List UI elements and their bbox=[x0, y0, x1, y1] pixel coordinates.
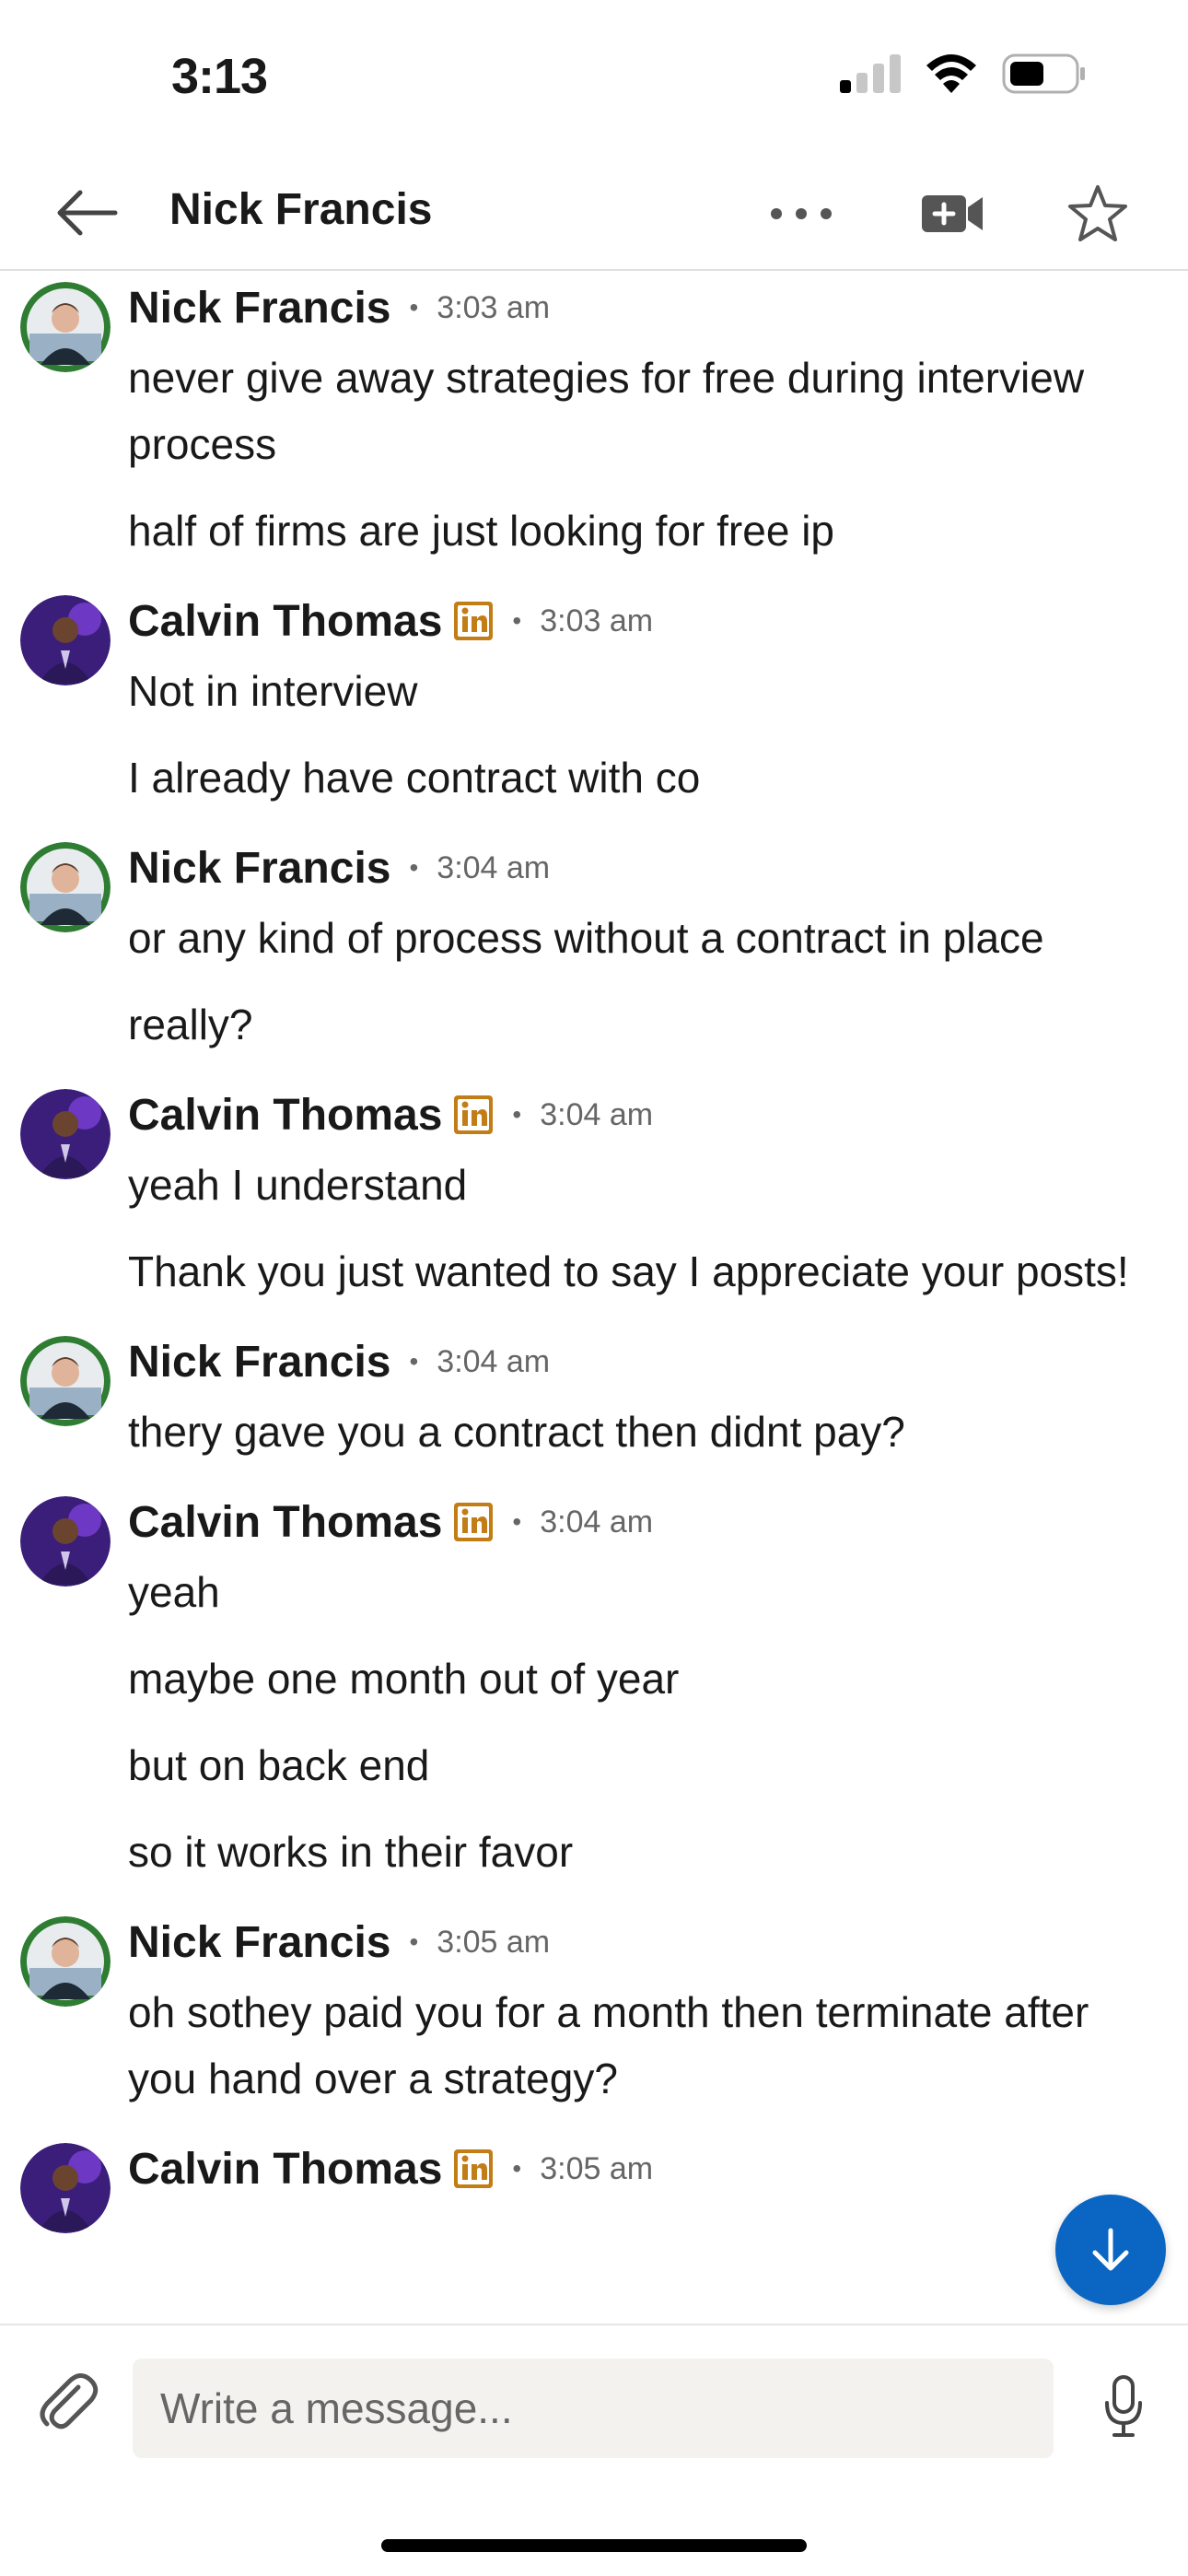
video-call-button[interactable] bbox=[914, 177, 991, 251]
avatar[interactable] bbox=[20, 1336, 111, 1426]
sender-name[interactable]: Calvin Thomas bbox=[128, 596, 442, 647]
arrow-down-icon bbox=[1092, 2228, 1129, 2271]
separator-dot: • bbox=[409, 293, 419, 322]
message-composer bbox=[0, 2324, 1188, 2464]
message-group: Calvin Thomas • 3:04 am yeah I understan… bbox=[0, 1078, 1188, 1305]
linkedin-premium-icon bbox=[453, 601, 494, 641]
video-camera-icon bbox=[922, 195, 983, 232]
conversation-header: Nick Francis bbox=[0, 157, 1188, 271]
message-text[interactable]: I already have contract with co bbox=[128, 744, 1151, 811]
sender-name[interactable]: Calvin Thomas bbox=[128, 1497, 442, 1548]
message-text[interactable]: thery gave you a contract then didnt pay… bbox=[128, 1399, 1151, 1465]
more-options-button[interactable] bbox=[763, 177, 840, 251]
avatar-calvin-image bbox=[20, 1089, 111, 1179]
attach-button[interactable] bbox=[31, 2366, 105, 2440]
message-text[interactable]: or any kind of process without a contrac… bbox=[128, 905, 1151, 971]
message-time: 3:04 am bbox=[437, 849, 551, 885]
battery-icon bbox=[1002, 53, 1085, 94]
voice-message-button[interactable] bbox=[1087, 2370, 1160, 2443]
sender-name[interactable]: Nick Francis bbox=[128, 1337, 390, 1388]
message-group: Nick Francis • 3:04 am thery gave you a … bbox=[0, 1325, 1188, 1465]
message-group: Calvin Thomas • 3:05 am bbox=[0, 2132, 1188, 2233]
avatar[interactable] bbox=[20, 1916, 111, 2007]
avatar-nick-image bbox=[20, 1916, 111, 2007]
avatar-nick-image bbox=[20, 282, 111, 372]
separator-dot: • bbox=[512, 1507, 522, 1536]
microphone-icon bbox=[1105, 2375, 1142, 2437]
message-time: 3:03 am bbox=[540, 603, 654, 638]
message-group: Nick Francis • 3:03 am never give away s… bbox=[0, 271, 1188, 564]
message-input[interactable] bbox=[133, 2359, 1054, 2458]
message-text[interactable]: yeah bbox=[128, 1559, 1151, 1625]
separator-dot: • bbox=[409, 1347, 419, 1376]
arrow-left-icon bbox=[57, 190, 118, 236]
separator-dot: • bbox=[409, 1927, 419, 1956]
avatar[interactable] bbox=[20, 1089, 111, 1179]
message-time: 3:05 am bbox=[540, 2150, 654, 2186]
back-button[interactable] bbox=[52, 181, 122, 245]
conversation-title[interactable]: Nick Francis bbox=[169, 184, 432, 235]
cellular-signal-icon bbox=[840, 54, 901, 93]
avatar-nick-image bbox=[20, 1336, 111, 1426]
status-icons bbox=[840, 53, 1087, 94]
separator-dot: • bbox=[409, 853, 419, 882]
avatar-calvin-image bbox=[20, 2143, 111, 2233]
message-text[interactable]: never give away strategies for free duri… bbox=[128, 345, 1151, 477]
message-group: Calvin Thomas • 3:03 am Not in interview… bbox=[0, 584, 1188, 811]
message-list[interactable]: Nick Francis • 3:03 am never give away s… bbox=[0, 271, 1188, 2324]
linkedin-premium-icon bbox=[453, 1095, 494, 1135]
avatar[interactable] bbox=[20, 282, 111, 372]
paperclip-icon bbox=[40, 2373, 99, 2430]
message-text[interactable]: Not in interview bbox=[128, 658, 1151, 724]
message-text[interactable]: yeah I understand bbox=[128, 1152, 1151, 1218]
avatar-nick-image bbox=[20, 842, 111, 932]
message-time: 3:04 am bbox=[540, 1096, 654, 1132]
message-group: Nick Francis • 3:05 am oh sothey paid yo… bbox=[0, 1905, 1188, 2112]
separator-dot: • bbox=[512, 606, 522, 635]
message-text[interactable]: Thank you just wanted to say I appreciat… bbox=[128, 1238, 1151, 1305]
scroll-to-bottom-button[interactable] bbox=[1055, 2195, 1166, 2305]
separator-dot: • bbox=[512, 2154, 522, 2183]
separator-dot: • bbox=[512, 1100, 522, 1129]
home-indicator[interactable] bbox=[381, 2539, 807, 2552]
message-group: Calvin Thomas • 3:04 am yeah maybe one m… bbox=[0, 1485, 1188, 1885]
message-text[interactable]: so it works in their favor bbox=[128, 1819, 1151, 1885]
avatar[interactable] bbox=[20, 842, 111, 932]
message-text[interactable]: but on back end bbox=[128, 1732, 1151, 1798]
avatar-calvin-image bbox=[20, 595, 111, 685]
message-time: 3:05 am bbox=[437, 1924, 551, 1960]
linkedin-premium-icon bbox=[453, 2149, 494, 2189]
more-horizontal-icon bbox=[771, 208, 832, 219]
sender-name[interactable]: Nick Francis bbox=[128, 1917, 390, 1968]
avatar[interactable] bbox=[20, 1496, 111, 1587]
message-group: Nick Francis • 3:04 am or any kind of pr… bbox=[0, 831, 1188, 1058]
sender-name[interactable]: Calvin Thomas bbox=[128, 2144, 442, 2195]
message-time: 3:04 am bbox=[540, 1504, 654, 1540]
avatar-calvin-image bbox=[20, 1496, 111, 1587]
sender-name[interactable]: Nick Francis bbox=[128, 283, 390, 334]
message-text[interactable]: maybe one month out of year bbox=[128, 1645, 1151, 1712]
sender-name[interactable]: Calvin Thomas bbox=[128, 1090, 442, 1141]
status-bar: 3:13 bbox=[0, 0, 1188, 157]
avatar[interactable] bbox=[20, 2143, 111, 2233]
message-text[interactable]: oh sothey paid you for a month then term… bbox=[128, 1979, 1151, 2112]
sender-name[interactable]: Nick Francis bbox=[128, 843, 390, 894]
star-icon bbox=[1068, 185, 1127, 241]
message-text[interactable]: really? bbox=[128, 991, 1151, 1058]
message-time: 3:03 am bbox=[437, 289, 551, 325]
message-text[interactable]: half of firms are just looking for free … bbox=[128, 498, 1151, 564]
linkedin-premium-icon bbox=[453, 1502, 494, 1542]
star-button[interactable] bbox=[1059, 177, 1136, 251]
avatar[interactable] bbox=[20, 595, 111, 685]
status-time: 3:13 bbox=[171, 49, 268, 104]
message-time: 3:04 am bbox=[437, 1343, 551, 1379]
wifi-icon bbox=[926, 54, 976, 93]
